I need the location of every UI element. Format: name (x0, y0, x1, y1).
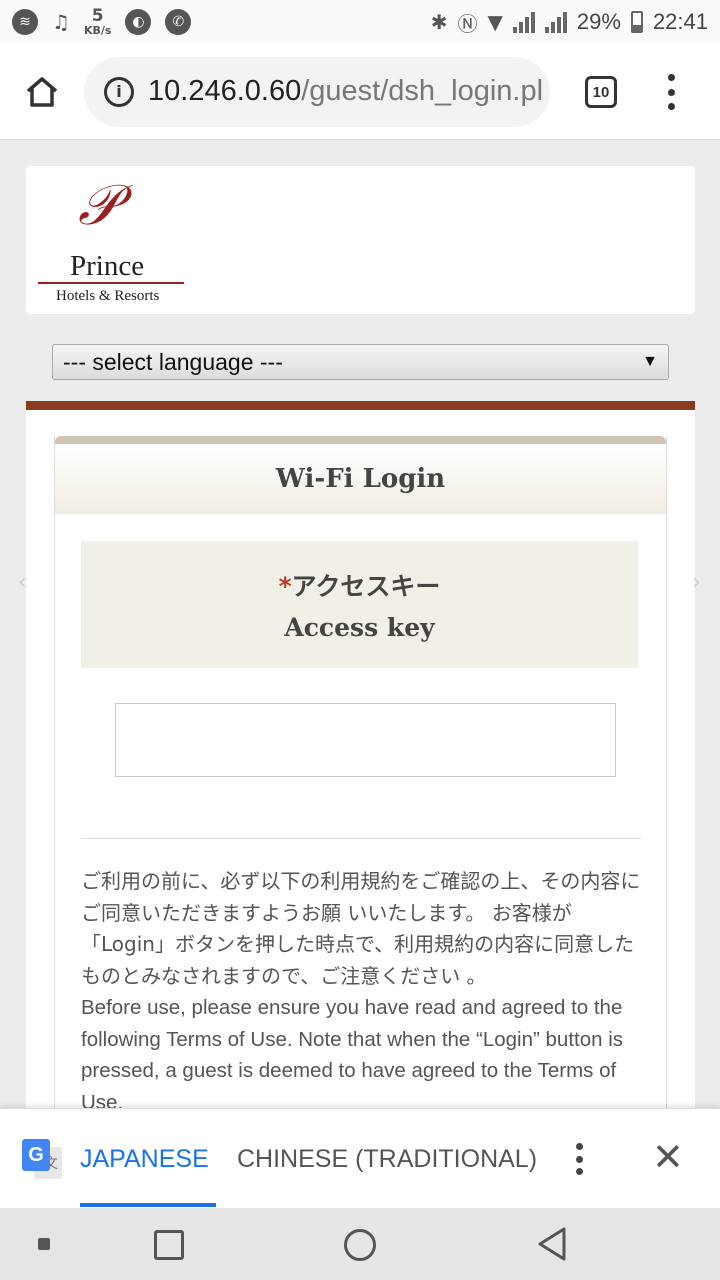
home-button[interactable] (0, 44, 84, 140)
spotify-icon: ≋ (12, 9, 38, 35)
google-translate-icon: 文 G (22, 1139, 62, 1179)
back-button[interactable] (536, 1226, 568, 1262)
url-text: 10.246.0.60/guest/dsh_login.pl (148, 75, 543, 108)
access-key-label-en: Access key (284, 613, 435, 642)
logo-monogram: 𝒫 (78, 173, 119, 238)
overflow-menu-button[interactable] (664, 74, 678, 110)
tab-chinese-traditional[interactable]: CHINESE (TRADITIONAL) (237, 1145, 537, 1174)
access-key-label-jp: *アクセスキー (278, 572, 441, 601)
login-header: Wi-Fi Login (55, 436, 666, 514)
login-title: Wi-Fi Login (275, 464, 446, 494)
dropdown-arrow-icon: ▼ (642, 353, 658, 370)
access-key-input[interactable] (115, 703, 616, 777)
home-icon (26, 76, 58, 107)
prince-hotels-logo: 𝒫 Prince Hotels & Resorts (38, 174, 188, 308)
terms-text-en: Before use, please ensure you have read … (81, 996, 624, 1114)
active-tab-indicator (80, 1203, 216, 1207)
terms-notice: ご利用の前に、必ず以下の利用規約をご確認の上、その内容にご同意いただきますようお… (81, 866, 641, 1118)
tab-japanese[interactable]: JAPANESE (80, 1145, 215, 1174)
required-mark: * (278, 572, 292, 601)
battery-percent: 29% (576, 9, 621, 34)
url-host: 10.246.0.60 (148, 75, 302, 107)
signal-sim2-icon (544, 11, 567, 33)
url-path: /guest/dsh_login.pl (301, 75, 544, 107)
net-speed: 5 KB/s (83, 6, 112, 37)
terms-text-jp: ご利用の前に、必ず以下の利用規約をご確認の上、その内容にご同意いただきますようお… (81, 869, 641, 988)
nav-dot-icon[interactable] (38, 1238, 50, 1250)
close-icon[interactable]: ✕ (652, 1137, 684, 1177)
logo-brand: Prince (70, 250, 145, 282)
app-notification-icon: ◐ (125, 9, 152, 35)
wifi-login-box: Wi-Fi Login *アクセスキー Access key ご利用の前に、必ず… (54, 436, 667, 1116)
info-icon[interactable]: i (104, 76, 134, 107)
net-speed-value: 5 (91, 6, 104, 26)
language-select[interactable]: --- select language --- ▼ (52, 344, 669, 380)
section-divider (81, 838, 641, 839)
status-bar: ≋ ♫ 5 KB/s ◐ ✆ ✱ Ⓝ ▼ 29% 22:41 (0, 0, 720, 44)
language-select-value: --- select language --- (63, 348, 283, 375)
wifi-icon: ▼ (487, 10, 503, 34)
carousel-right-icon: › (692, 570, 701, 595)
tab-switcher-button[interactable]: 10 (585, 76, 617, 108)
carousel-left-icon: ‹ (18, 570, 27, 595)
accent-divider (26, 401, 695, 410)
logo-subtitle: Hotels & Resorts (56, 288, 160, 304)
net-speed-unit: KB/s (83, 24, 112, 37)
clock: 22:41 (652, 9, 708, 34)
translate-bar: 文 G JAPANESE CHINESE (TRADITIONAL) ✕ (0, 1108, 720, 1208)
access-key-label-panel: *アクセスキー Access key (81, 541, 638, 668)
battery-icon (630, 11, 643, 33)
bluetooth-icon: ✱ (430, 10, 448, 34)
recents-button[interactable] (154, 1230, 184, 1260)
home-nav-button[interactable] (344, 1229, 376, 1261)
browser-toolbar: i 10.246.0.60/guest/dsh_login.pl 10 (0, 44, 720, 140)
system-nav-bar (0, 1208, 720, 1280)
signal-sim1-icon (512, 11, 535, 33)
translate-menu-button[interactable] (574, 1143, 584, 1175)
logo-rule (38, 282, 184, 284)
phone-call-icon: ✆ (165, 9, 192, 35)
bluetooth-audio-icon: ♫ (52, 10, 70, 34)
nfc-icon: Ⓝ (457, 11, 478, 36)
address-bar[interactable]: i 10.246.0.60/guest/dsh_login.pl (84, 56, 550, 127)
logo-card: 𝒫 Prince Hotels & Resorts (26, 166, 695, 314)
